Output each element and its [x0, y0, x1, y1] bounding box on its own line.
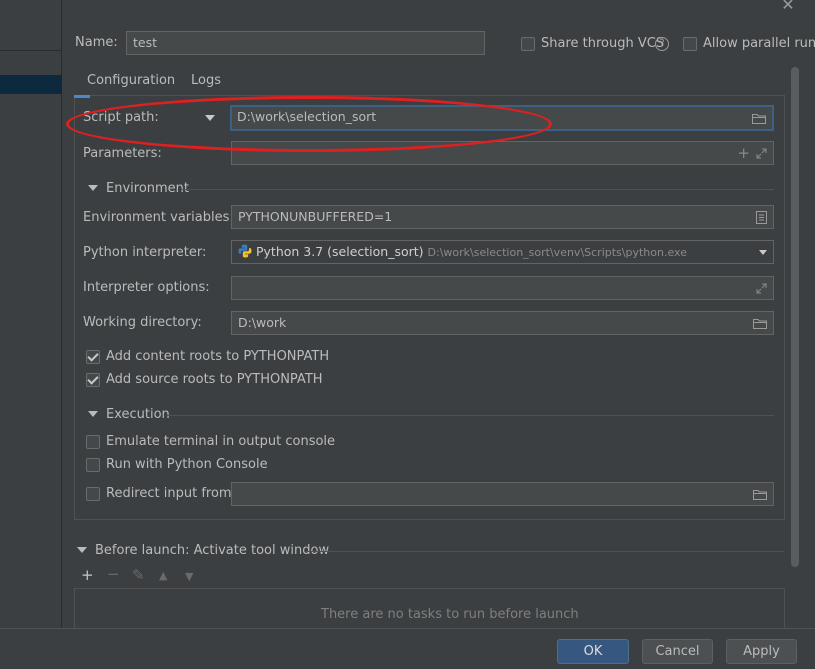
name-value: test: [133, 35, 158, 50]
tree-divider: [0, 50, 62, 51]
collapse-triangle-icon: [88, 184, 98, 191]
working-dir-label: Working directory:: [83, 315, 202, 330]
collapse-triangle-icon: [88, 410, 98, 417]
before-launch-title: Before launch: Activate tool window: [95, 543, 330, 558]
before-launch-divider: [306, 551, 784, 552]
interpreter-options-label: Interpreter options:: [83, 280, 210, 295]
close-icon[interactable]: ✕: [780, 0, 796, 13]
allow-parallel-checkbox[interactable]: [683, 37, 697, 51]
python-icon: [238, 244, 252, 258]
redirect-input-label: Redirect input from:: [106, 486, 236, 501]
cancel-button[interactable]: Cancel: [642, 639, 713, 664]
interpreter-name: Python 3.7 (selection_sort): [256, 244, 424, 259]
move-up-icon[interactable]: ▲: [159, 568, 167, 583]
interpreter-select[interactable]: Python 3.7 (selection_sort) D:\work\sele…: [231, 240, 774, 264]
add-source-roots-checkbox[interactable]: [86, 373, 100, 387]
execution-divider: [167, 415, 774, 416]
interpreter-options-field[interactable]: [231, 276, 774, 300]
add-content-roots-checkbox[interactable]: [86, 350, 100, 364]
expand-icon[interactable]: [756, 283, 767, 294]
help-icon[interactable]: ?: [655, 37, 669, 51]
vertical-scrollbar[interactable]: [791, 67, 799, 567]
add-content-roots-label: Add content roots to PYTHONPATH: [106, 349, 330, 364]
name-field[interactable]: test: [126, 31, 485, 55]
run-python-console-checkbox[interactable]: [86, 458, 100, 472]
script-path-label: Script path:: [83, 110, 159, 125]
redirect-input-checkbox[interactable]: [86, 487, 100, 501]
chevron-down-icon[interactable]: [205, 115, 215, 121]
selected-config-row[interactable]: [0, 75, 62, 94]
minus-icon[interactable]: −: [107, 567, 120, 582]
move-down-icon[interactable]: ▼: [185, 569, 193, 584]
environment-divider: [181, 189, 774, 190]
apply-button[interactable]: Apply: [726, 639, 797, 664]
script-path-value: D:\work\selection_sort: [237, 109, 377, 124]
folder-icon[interactable]: [752, 113, 766, 124]
add-source-roots-label: Add source roots to PYTHONPATH: [106, 372, 323, 387]
before-launch-empty-text: There are no tasks to run before launch: [321, 607, 579, 622]
share-vcs-checkbox[interactable]: [521, 37, 535, 51]
execution-section-title: Execution: [106, 407, 170, 422]
emulate-terminal-label: Emulate terminal in output console: [106, 434, 336, 449]
parameters-field[interactable]: +: [231, 141, 774, 165]
collapse-triangle-icon: [77, 546, 87, 553]
environment-section-title: Environment: [106, 181, 190, 196]
execution-section-header[interactable]: Execution: [88, 407, 170, 422]
working-dir-value: D:\work: [238, 315, 287, 330]
folder-icon[interactable]: [753, 489, 767, 500]
allow-parallel-label: Allow parallel run: [703, 36, 815, 51]
redirect-input-field[interactable]: [231, 482, 774, 506]
script-path-field[interactable]: D:\work\selection_sort: [230, 105, 774, 131]
run-python-console-label: Run with Python Console: [106, 457, 268, 472]
tab-logs[interactable]: Logs: [191, 73, 221, 88]
interpreter-label: Python interpreter:: [83, 245, 207, 260]
share-vcs-label: Share through VCS: [541, 36, 665, 51]
env-vars-label: Environment variables:: [83, 210, 234, 225]
working-dir-field[interactable]: D:\work: [231, 311, 774, 335]
environment-section-header[interactable]: Environment: [88, 181, 189, 196]
document-icon[interactable]: [756, 210, 767, 224]
tab-configuration[interactable]: Configuration: [87, 73, 175, 88]
parameters-label: Parameters:: [83, 146, 162, 161]
edit-icon[interactable]: ✎: [132, 568, 145, 583]
ok-button[interactable]: OK: [557, 639, 629, 664]
emulate-terminal-checkbox[interactable]: [86, 435, 100, 449]
env-vars-value: PYTHONUNBUFFERED=1: [238, 209, 393, 224]
plus-icon[interactable]: +: [737, 142, 750, 164]
run-config-tree[interactable]: [0, 0, 62, 628]
folder-icon[interactable]: [753, 318, 767, 329]
env-vars-field[interactable]: PYTHONUNBUFFERED=1: [231, 205, 774, 229]
before-launch-task-list[interactable]: There are no tasks to run before launch: [74, 588, 785, 628]
before-launch-header[interactable]: Before launch: Activate tool window: [77, 543, 329, 558]
tab-indicator: [74, 95, 90, 98]
expand-icon[interactable]: [756, 148, 767, 159]
name-label: Name:: [75, 35, 118, 50]
chevron-down-icon[interactable]: [759, 249, 767, 255]
interpreter-path: D:\work\selection_sort\venv\Scripts\pyth…: [427, 246, 687, 259]
plus-icon[interactable]: +: [81, 568, 94, 583]
